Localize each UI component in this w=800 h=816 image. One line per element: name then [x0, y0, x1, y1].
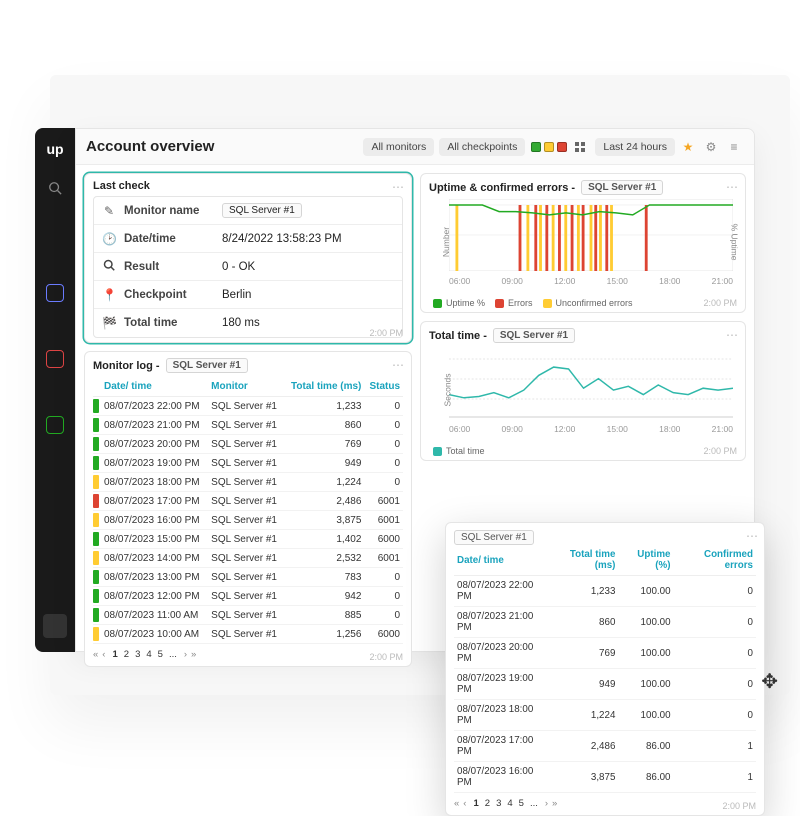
page-number[interactable]: ...	[166, 648, 180, 661]
floating-table: Date/ time Total time (ms) Uptime (%) Co…	[454, 545, 756, 793]
timestamp: 2:00 PM	[703, 298, 737, 308]
page-last-icon[interactable]: »	[191, 649, 196, 660]
lc-row-datetime: 🕑 Date/time 8/24/2022 13:58:23 PM	[94, 225, 402, 253]
page-number[interactable]: 1	[109, 648, 120, 661]
card-menu-icon[interactable]: ⋯	[392, 180, 405, 194]
table-row[interactable]: 08/07/2023 17:00 PM2,48686.001	[454, 731, 756, 762]
col-total[interactable]: Total time (ms)	[284, 377, 365, 397]
table-row[interactable]: 08/07/2023 16:00 PM3,87586.001	[454, 762, 756, 793]
table-row[interactable]: 08/07/2023 12:00 PMSQL Server #19420	[93, 587, 403, 606]
page-number[interactable]: 2	[482, 797, 493, 810]
status-filter[interactable]	[531, 142, 567, 152]
page-number[interactable]: 1	[470, 797, 481, 810]
page-number[interactable]: 5	[516, 797, 527, 810]
total-time-title: Total time -	[429, 330, 487, 342]
page-number[interactable]: 3	[493, 797, 504, 810]
nav-item-1[interactable]	[46, 284, 64, 302]
last-check-title: Last check	[93, 180, 150, 192]
table-row[interactable]: 08/07/2023 21:00 PMSQL Server #18600	[93, 416, 403, 435]
table-row[interactable]: 08/07/2023 20:00 PMSQL Server #17690	[93, 435, 403, 454]
filter-all-checkpoints[interactable]: All checkpoints	[439, 138, 525, 156]
total-time-chart: Seconds 7.5 5 2.5 0 06:0009:0012:0015:00…	[449, 347, 733, 439]
table-row[interactable]: 08/07/2023 22:00 PM1,233100.000	[454, 576, 756, 607]
monitor-log-title: Monitor log -	[93, 360, 160, 372]
col-status[interactable]: Status	[364, 377, 403, 397]
filter-all-monitors[interactable]: All monitors	[363, 138, 434, 156]
table-row[interactable]: 08/07/2023 18:00 PM1,224100.000	[454, 700, 756, 731]
gauge-icon: 🏁	[102, 316, 116, 330]
pencil-icon: ✎	[102, 204, 116, 218]
table-row[interactable]: 08/07/2023 17:00 PMSQL Server #12,486600…	[93, 492, 403, 511]
time-range-selector[interactable]: Last 24 hours	[595, 138, 675, 156]
header: Account overview All monitors All checkp…	[76, 129, 754, 165]
table-row[interactable]: 08/07/2023 19:00 PM949100.000	[454, 669, 756, 700]
star-icon[interactable]: ★	[678, 137, 698, 157]
lc-row-result: Result 0 - OK	[94, 253, 402, 281]
search-icon[interactable]	[45, 178, 65, 198]
lc-row-total-time: 🏁 Total time 180 ms	[94, 309, 402, 337]
page-number[interactable]: 4	[143, 648, 154, 661]
search-result-icon	[102, 259, 116, 274]
col-monitor[interactable]: Monitor	[208, 377, 284, 397]
gear-icon[interactable]: ⚙	[701, 137, 721, 157]
table-row[interactable]: 08/07/2023 11:00 AMSQL Server #18850	[93, 606, 403, 625]
timestamp: 2:00 PM	[369, 328, 403, 338]
uptime-chart: Number % Uptime 1 0.5 0 100 0	[449, 199, 733, 291]
table-row[interactable]: 08/07/2023 19:00 PMSQL Server #19490	[93, 454, 403, 473]
timestamp: 2:00 PM	[369, 652, 403, 662]
table-row[interactable]: 08/07/2023 10:00 AMSQL Server #11,256600…	[93, 625, 403, 644]
logo[interactable]: up	[44, 138, 66, 160]
page-title: Account overview	[86, 138, 214, 155]
menu-icon[interactable]: ≡	[724, 137, 744, 157]
page-number[interactable]: 5	[155, 648, 166, 661]
table-row[interactable]: 08/07/2023 15:00 PMSQL Server #11,402600…	[93, 530, 403, 549]
page-number[interactable]: 2	[121, 648, 132, 661]
timestamp: 2:00 PM	[722, 801, 756, 811]
table-row[interactable]: 08/07/2023 21:00 PM860100.000	[454, 607, 756, 638]
table-row[interactable]: 08/07/2023 20:00 PM769100.000	[454, 638, 756, 669]
sidebar: up	[35, 128, 75, 652]
card-menu-icon[interactable]: ⋯	[392, 358, 405, 372]
page-prev-icon[interactable]: ‹	[102, 649, 105, 660]
page-first-icon[interactable]: «	[93, 649, 98, 660]
lc-row-checkpoint: 📍 Checkpoint Berlin	[94, 281, 402, 309]
clock-icon: 🕑	[102, 232, 116, 246]
pager: « ‹ 12345... › »	[454, 793, 756, 811]
page-number[interactable]: 3	[132, 648, 143, 661]
table-row[interactable]: 08/07/2023 18:00 PMSQL Server #11,2240	[93, 473, 403, 492]
page-number[interactable]: 4	[504, 797, 515, 810]
table-row[interactable]: 08/07/2023 14:00 PMSQL Server #12,532600…	[93, 549, 403, 568]
pager: « ‹ 12345... › »	[93, 644, 403, 662]
uptime-title: Uptime & confirmed errors -	[429, 182, 575, 194]
page-next-icon[interactable]: ›	[184, 649, 187, 660]
grid-icon[interactable]	[570, 137, 590, 157]
timestamp: 2:00 PM	[703, 446, 737, 456]
monitor-log-table: Date/ time Monitor Total time (ms) Statu…	[93, 377, 403, 644]
table-row[interactable]: 08/07/2023 13:00 PMSQL Server #17830	[93, 568, 403, 587]
card-last-check: Last check ⋯ ✎ Monitor name SQL Server #…	[84, 173, 412, 343]
floating-details-panel[interactable]: SQL Server #1 ⋯ Date/ time Total time (m…	[445, 522, 765, 816]
move-icon[interactable]: ✥	[761, 669, 778, 694]
nav-item-2[interactable]	[46, 350, 64, 368]
col-date[interactable]: Date/ time	[101, 377, 208, 397]
nav-item-3[interactable]	[46, 416, 64, 434]
lc-row-monitor: ✎ Monitor name SQL Server #1	[94, 197, 402, 225]
card-menu-icon[interactable]: ⋯	[726, 180, 739, 194]
pin-icon: 📍	[102, 288, 116, 302]
card-menu-icon[interactable]: ⋯	[726, 328, 739, 342]
page-number[interactable]: ...	[527, 797, 541, 810]
card-uptime-errors: Uptime & confirmed errors - SQL Server #…	[420, 173, 746, 313]
card-monitor-log: Monitor log - SQL Server #1 ⋯ Date/ time…	[84, 351, 412, 667]
card-menu-icon[interactable]: ⋯	[746, 529, 758, 543]
sidebar-bottom-item[interactable]	[43, 614, 67, 638]
card-total-time: Total time - SQL Server #1 ⋯ Seconds 7.5…	[420, 321, 746, 461]
table-row[interactable]: 08/07/2023 16:00 PMSQL Server #13,875600…	[93, 511, 403, 530]
table-row[interactable]: 08/07/2023 22:00 PMSQL Server #11,2330	[93, 397, 403, 416]
